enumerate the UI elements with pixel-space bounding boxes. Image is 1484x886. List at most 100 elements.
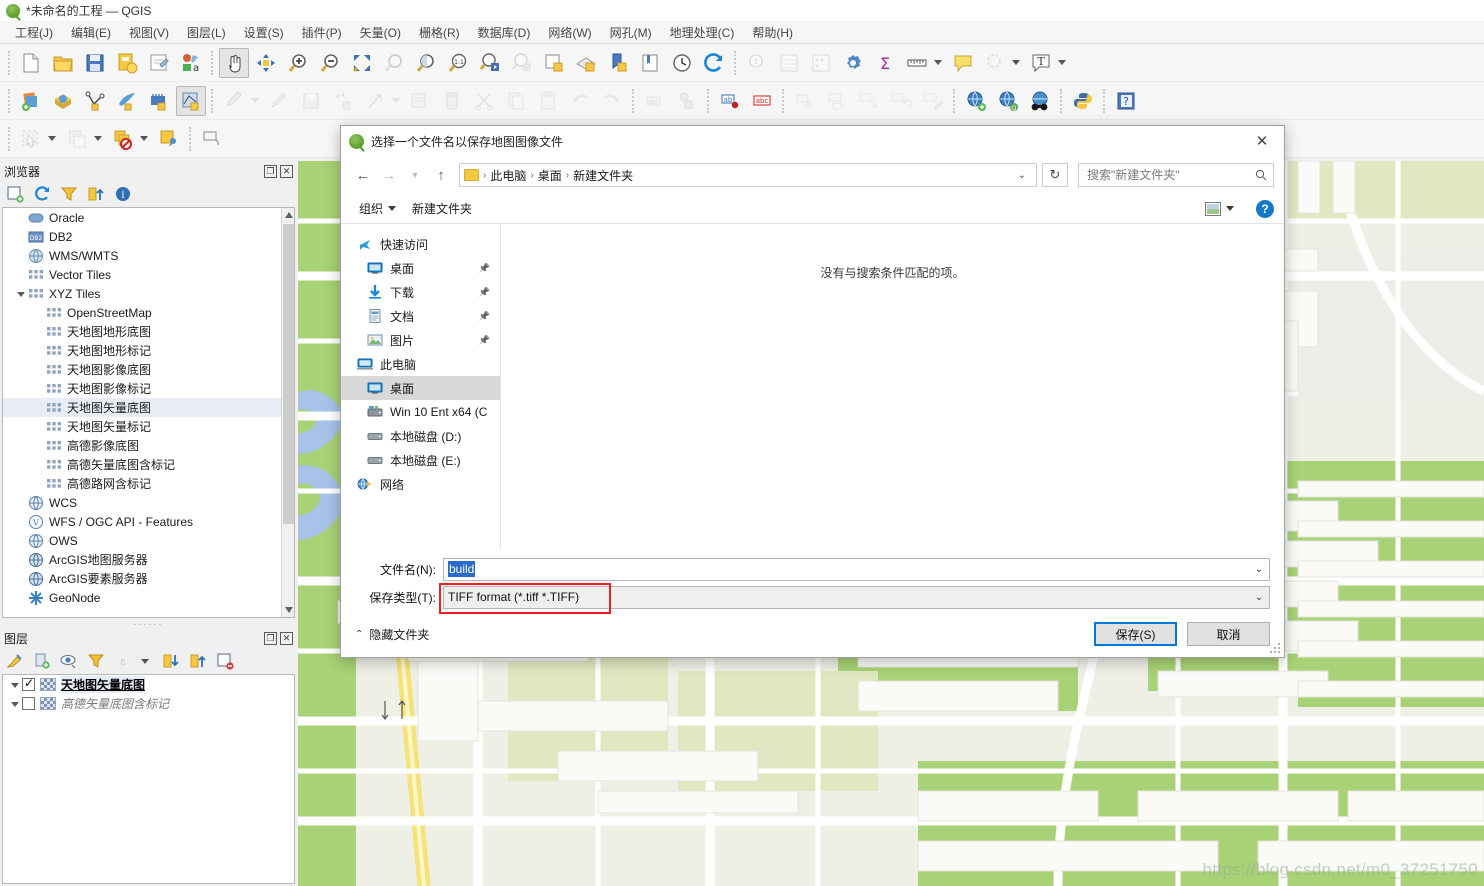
identify-features-icon[interactable]: i [742,48,772,78]
expand-all-icon[interactable] [162,652,180,670]
browser-panel-float-button[interactable]: ❐ [264,164,277,178]
add-group-icon[interactable] [33,652,51,670]
filename-input[interactable]: build ⌄ [443,557,1270,581]
show-hide-labels-icon[interactable]: ab [715,86,745,116]
refresh-icon[interactable] [33,185,51,203]
modify-attributes-icon[interactable] [405,86,435,116]
new-folder-button[interactable]: 新建文件夹 [404,197,480,220]
browser-tree-item[interactable]: GeoNode [3,588,294,607]
menu-item-view[interactable]: 视图(V) [120,22,178,43]
cancel-button[interactable]: 取消 [1187,622,1270,646]
places-item[interactable]: 网络 [341,472,500,496]
menu-item-plugins[interactable]: 插件(P) [293,22,351,43]
places-item[interactable]: 快速访问 [341,232,500,256]
browser-tree-item[interactable]: 天地图地形标记 [3,341,294,360]
browser-tree-item[interactable]: 天地图影像底图 [3,360,294,379]
select-features-caret-icon[interactable] [48,124,60,154]
python-console-icon[interactable] [1068,86,1098,116]
qgis-server-icon[interactable]: Q [993,86,1023,116]
cut-features-icon[interactable] [469,86,499,116]
layers-panel-float-button[interactable]: ❐ [264,631,277,645]
organize-button[interactable]: 组织 [351,197,404,220]
new-3d-view-icon[interactable] [571,48,601,78]
collapse-all-icon[interactable] [189,652,207,670]
text-annotation-icon[interactable]: T [1026,48,1056,78]
browser-tree-item[interactable]: DB2 DB2 [3,227,294,246]
temporal-controller-icon[interactable] [667,48,697,78]
expression-filter-caret-icon[interactable] [141,658,149,664]
show-pinned-labels-icon[interactable] [854,86,884,116]
redo-icon[interactable] [597,86,627,116]
layer-expand-chevron-down-icon[interactable] [9,678,22,691]
pin-icon[interactable]: 📌 [479,287,490,298]
browser-tree-item[interactable]: Oracle [3,208,294,227]
current-edits-icon[interactable] [219,86,249,116]
menu-item-project[interactable]: 工程(J) [6,22,62,43]
open-attribute-table-icon[interactable] [774,48,804,78]
new-print-layout-icon[interactable] [144,48,174,78]
select-dropdown-caret-icon[interactable] [1012,48,1024,78]
copy-features-icon[interactable] [501,86,531,116]
menu-item-help[interactable]: 帮助(H) [743,22,802,43]
change-label-icon[interactable] [918,86,948,116]
chevron-down-icon[interactable]: ⌄ [1249,564,1269,575]
deselect-features-icon[interactable] [108,124,138,154]
current-edits-caret-icon[interactable] [250,86,262,116]
dialog-places-sidebar[interactable]: 快速访问 桌面 📌 下载 📌 文档 📌 图片 📌 此电脑 桌面 Win 10 Ent x64 (C 本地… [341,224,501,549]
sum-icon[interactable]: Σ [870,48,900,78]
menu-item-vector[interactable]: 矢量(O) [351,22,410,43]
file-list-area[interactable]: 没有与搜索条件匹配的项。 [501,224,1284,549]
browser-tree-item[interactable]: 天地图矢量标记 [3,417,294,436]
close-icon[interactable]: ✕ [1240,126,1284,156]
select-features-icon[interactable] [16,124,46,154]
layer-row[interactable]: 天地图矢量底图 [3,675,294,694]
zoom-full-icon[interactable] [347,48,377,78]
delete-selected-icon[interactable] [437,86,467,116]
filetype-select[interactable]: TIFF format (*.tiff *.TIFF) ⌄ [439,582,1270,614]
browser-tree-item[interactable]: V WFS / OGC API - Features [3,512,294,531]
places-item[interactable]: 文档 📌 [341,304,500,328]
places-item[interactable]: 本地磁盘 (E:) [341,448,500,472]
breadcrumb-chevron-down-icon[interactable]: ⌄ [1012,170,1032,181]
undo-icon[interactable] [565,86,595,116]
browser-scroll-thumb[interactable] [283,224,294,524]
pan-to-selection-icon[interactable] [251,48,281,78]
osm-binoculars-icon[interactable] [1025,86,1055,116]
pin-labels-icon[interactable] [672,86,702,116]
browser-scrollbar[interactable] [281,208,294,617]
select-by-location-icon[interactable] [980,48,1010,78]
map-tips-icon[interactable] [948,48,978,78]
breadcrumb-item-new-folder[interactable]: 新建文件夹 [570,167,636,184]
arrow-up-icon[interactable]: ↑ [429,163,453,187]
browser-tree-item[interactable]: 天地图地形底图 [3,322,294,341]
arrow-right-icon[interactable]: → [377,163,401,187]
browser-tree-item[interactable]: 高德影像底图 [3,436,294,455]
pin-icon[interactable]: 📌 [479,335,490,346]
menu-item-raster[interactable]: 栅格(R) [410,22,469,43]
add-vector-layer-icon[interactable] [80,86,110,116]
refresh-map-icon[interactable] [699,48,729,78]
vertex-tool-caret-icon[interactable] [391,86,403,116]
add-point-feature-icon[interactable] [328,86,358,116]
filter-icon[interactable] [60,185,78,203]
browser-tree[interactable]: Oracle DB2 DB2 WMS/WMTS Vector Tiles XYZ Tile… [2,207,295,618]
metasearch-icon[interactable] [961,86,991,116]
layer-row[interactable]: 高德矢量底图含标记 [3,694,294,713]
places-item[interactable]: 此电脑 [341,352,500,376]
toggle-editing-icon[interactable] [264,86,294,116]
collapse-all-icon[interactable] [87,185,105,203]
help-icon[interactable]: ? [1111,86,1141,116]
info-icon[interactable]: i [114,185,132,203]
menu-item-layer[interactable]: 图层(L) [178,22,235,43]
view-layout-button[interactable] [1197,199,1242,219]
recent-locations-chevron-down-icon[interactable]: ▼ [403,163,427,187]
zoom-out-icon[interactable] [315,48,345,78]
search-input[interactable] [1085,167,1255,183]
visibility-icon[interactable] [60,652,78,670]
select-expression-caret-icon[interactable] [94,124,106,154]
breadcrumb-item-desktop[interactable]: 桌面 [535,167,565,184]
rotate-label-icon[interactable] [886,86,916,116]
add-layer-icon[interactable] [6,185,24,203]
save-project-icon[interactable] [80,48,110,78]
paste-features-icon[interactable] [533,86,563,116]
